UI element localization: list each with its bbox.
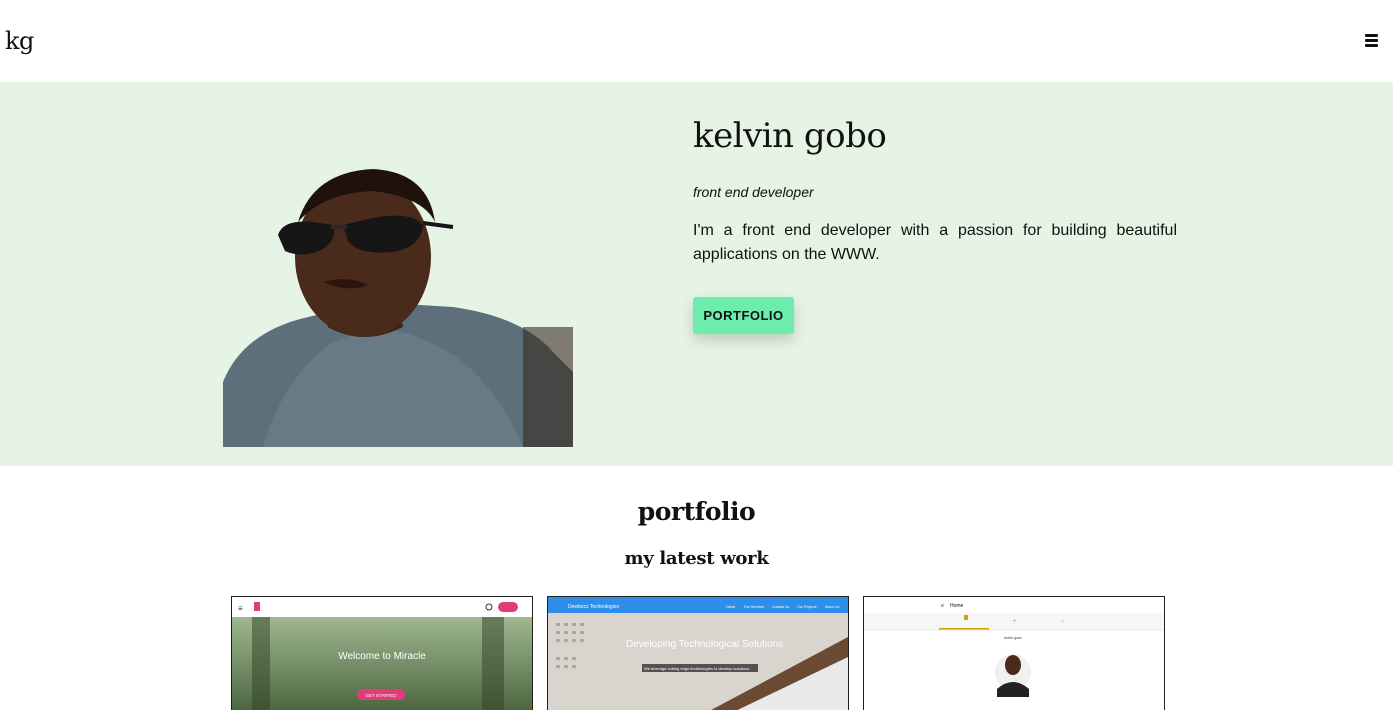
portfolio-title: portfolio (637, 497, 756, 526)
hero-section: kelvin gobo front end developer I'm a fr… (0, 82, 1393, 466)
hamburger-menu-icon[interactable] (1362, 31, 1382, 49)
portfolio-button[interactable]: PORTFOLIO (693, 297, 794, 334)
profile-photo (223, 167, 573, 447)
card-nav: About Us (825, 605, 840, 609)
top-navbar: kg (0, 0, 1393, 82)
card-brand: Dewbocs Technologies (568, 604, 620, 610)
card-nav: Home (726, 605, 735, 609)
card-heading: Developing Technological Solutions (626, 639, 783, 650)
card-nav: Our Services (744, 605, 764, 609)
portfolio-subtitle: my latest work (624, 548, 769, 569)
menu-bar (1365, 39, 1378, 42)
card-heading: Welcome to Miracle (338, 651, 426, 662)
svg-text:≡: ≡ (941, 603, 944, 609)
portfolio-card-miracle[interactable]: ≡ Welcome to Miracle GET STARTED (231, 596, 533, 710)
svg-text:+: + (1013, 619, 1017, 625)
hero-role: front end developer (693, 184, 814, 200)
portfolio-card-dewbocs[interactable]: Dewbocs Technologies Home Our Services C… (547, 596, 849, 710)
menu-bar (1365, 44, 1378, 47)
card-nav: Contact Us (772, 605, 790, 609)
card-cta: GET STARTED (365, 693, 397, 698)
card-nav: Our Projects (797, 605, 817, 609)
card-nav-title: Home (950, 603, 964, 609)
portfolio-card-profile-app[interactable]: ≡ Home + ≈ kelvin gobo (863, 596, 1165, 710)
hero-bio: I'm a front end developer with a passion… (693, 222, 1177, 263)
hero-name: kelvin gobo (693, 116, 887, 156)
menu-bar (1365, 34, 1378, 37)
site-logo[interactable]: kg (5, 27, 34, 55)
card-subheading: We leverage cutting edge technologies to… (644, 666, 749, 671)
svg-text:≡: ≡ (238, 604, 243, 613)
svg-text:≈: ≈ (1061, 619, 1064, 625)
hero-text: kelvin gobo front end developer I'm a fr… (693, 116, 1177, 267)
card-profile-name: kelvin gobo (1004, 636, 1022, 640)
